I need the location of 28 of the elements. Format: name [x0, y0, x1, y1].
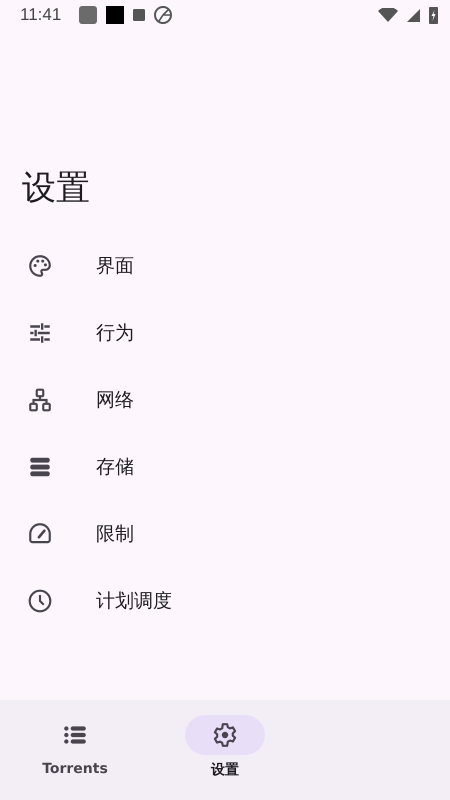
- status-time: 11:41: [20, 5, 62, 25]
- battery-icon: [429, 6, 438, 24]
- item-label: 存储: [96, 454, 134, 480]
- nav-tab[interactable]: Torrents: [0, 700, 150, 800]
- signal-icon: [407, 8, 420, 22]
- item-label: 网络: [96, 388, 134, 412]
- page-title: 设置: [22, 167, 91, 210]
- wifi-icon: [378, 8, 398, 22]
- palette-icon: [27, 252, 53, 278]
- settings-item[interactable]: 限制: [0, 500, 450, 567]
- settings-item[interactable]: 行为: [0, 299, 450, 366]
- settings-item[interactable]: 计划调度: [0, 567, 450, 634]
- item-label: 行为: [96, 320, 134, 346]
- settings-item[interactable]: 存储: [0, 433, 450, 500]
- item-label: 限制: [96, 522, 134, 546]
- settings-item[interactable]: 网络: [0, 366, 450, 433]
- nav-label: Torrents: [42, 761, 108, 777]
- settings-icon: [212, 722, 238, 748]
- chart-icon: [154, 6, 172, 24]
- item-label: 计划调度: [96, 588, 172, 614]
- network-icon: [27, 386, 53, 412]
- settings-item[interactable]: 界面: [0, 232, 450, 299]
- nav-label: 设置: [211, 761, 239, 779]
- item-label: 界面: [96, 254, 134, 278]
- nav-tab[interactable]: 设置: [150, 700, 300, 800]
- app-icon: [79, 6, 98, 24]
- clock-icon: [27, 588, 53, 614]
- app-icon: [106, 6, 124, 24]
